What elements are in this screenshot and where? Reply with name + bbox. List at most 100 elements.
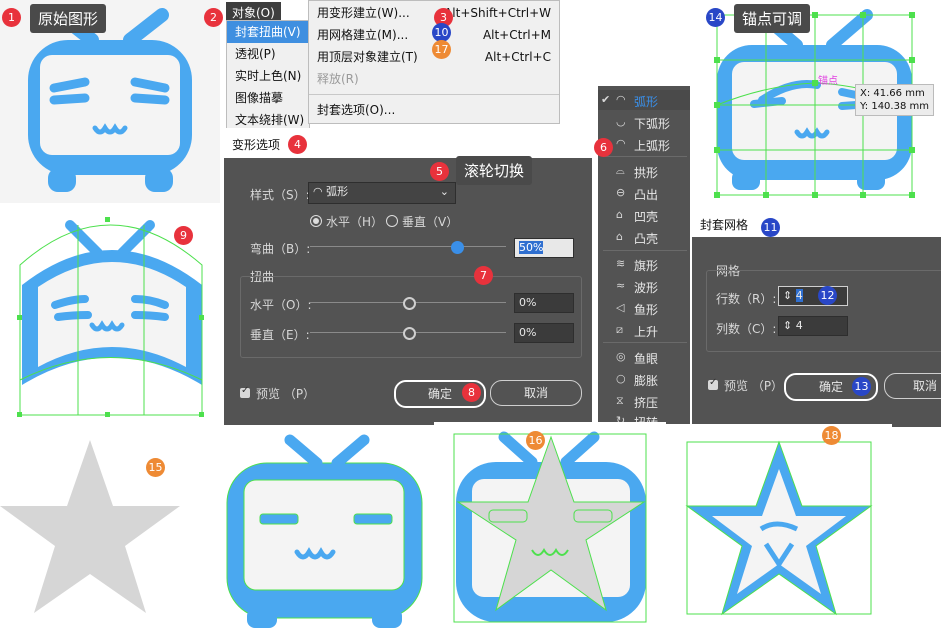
shell-upper-icon: ⌂ xyxy=(616,230,623,243)
marker-9: 9 xyxy=(174,226,193,245)
tv-outline-icon xyxy=(226,434,423,628)
submenu-make-with-warp-shortcut: Alt+Shift+Ctrl+W xyxy=(444,6,551,20)
distort-horizontal-knob[interactable] xyxy=(403,297,416,310)
bulge-icon: ⊖ xyxy=(616,186,626,199)
squeeze-icon: ⧖ xyxy=(616,394,624,407)
style-arch[interactable]: 拱形 xyxy=(634,164,658,181)
style-inflate[interactable]: 膨胀 xyxy=(634,372,658,389)
anchor-tag: 锚点 xyxy=(818,76,838,87)
arch-icon: ⌓ xyxy=(616,164,625,177)
style-fisheye[interactable]: 鱼眼 xyxy=(634,350,658,367)
style-squeeze[interactable]: 挤压 xyxy=(634,394,658,411)
chevron-down-icon: ⌄ xyxy=(439,185,449,198)
distort-group-box xyxy=(240,276,582,358)
mesh-preview-checkbox[interactable] xyxy=(708,377,718,390)
warp-preview-label: 预览 （P） xyxy=(256,387,316,401)
star-over-tv-panel xyxy=(434,422,666,629)
style-arc[interactable]: 弧形 xyxy=(634,93,658,110)
distort-vertical-knob[interactable] xyxy=(403,327,416,340)
tv-warped-star-panel xyxy=(666,424,892,629)
callout-anchor-adjust: 锚点可调 xyxy=(734,4,811,33)
shell-lower-icon: ⌂ xyxy=(616,208,623,221)
menu-item-perspective[interactable]: 透视(P) xyxy=(227,43,309,65)
anchor-x: X: 41.66 mm xyxy=(860,88,925,99)
cols-stepper[interactable]: ⇕ 4 xyxy=(778,316,848,336)
style-dropdown[interactable]: ◠ 弧形 ⌄ xyxy=(308,182,456,204)
submenu-make-with-warp-label: 用变形建立(W)... xyxy=(317,6,410,20)
style-wave[interactable]: 波形 xyxy=(634,279,658,296)
marker-13: 13 xyxy=(852,377,871,396)
inflate-icon: ○ xyxy=(616,372,626,385)
wave-icon: ≈ xyxy=(616,279,626,292)
submenu-make-with-top-shortcut: Alt+Ctrl+C xyxy=(484,50,551,64)
style-dropdown-value: 弧形 xyxy=(326,185,349,198)
star-icon xyxy=(0,440,180,613)
marker-7: 7 xyxy=(474,266,493,285)
submenu-envelope-options[interactable]: 封套选项(O)... xyxy=(309,99,559,121)
distort-vertical-label: 垂直（E）: xyxy=(250,328,310,342)
rise-icon: ⧄ xyxy=(616,323,623,336)
style-list-divider xyxy=(603,250,687,251)
style-shell-upper[interactable]: 凸壳 xyxy=(634,230,658,247)
tv-outlined-panel xyxy=(222,428,434,629)
style-flag[interactable]: 旗形 xyxy=(634,257,658,274)
bend-slider-track[interactable] xyxy=(310,246,506,247)
bend-value-text: 50% xyxy=(519,241,544,254)
radio-horizontal-label: 水平（H） xyxy=(326,215,384,229)
marker-2: 2 xyxy=(204,8,223,27)
style-arc-lower[interactable]: 下弧形 xyxy=(634,115,670,132)
fish-icon: ◁ xyxy=(616,301,625,314)
marker-1: 1 xyxy=(2,8,21,27)
style-bulge[interactable]: 凸出 xyxy=(634,186,658,203)
menu-item-envelope[interactable]: 封套扭曲(V) xyxy=(227,21,309,43)
bend-label: 弯曲（B）: xyxy=(250,242,311,256)
warp-preview-checkbox[interactable] xyxy=(240,385,250,398)
cols-value: 4 xyxy=(795,319,803,332)
bend-value-input[interactable]: 50% xyxy=(514,238,574,258)
style-rise[interactable]: 上升 xyxy=(634,323,658,340)
style-arc-upper[interactable]: 上弧形 xyxy=(634,137,670,154)
rows-label: 行数（R）: xyxy=(716,292,777,306)
marker-11: 11 xyxy=(761,218,780,237)
mesh-dialog-titlebar: 封套网格 xyxy=(692,212,941,237)
rows-stepper[interactable]: ⇕ 4 xyxy=(778,286,848,306)
tv-warped-star-icon xyxy=(685,440,873,616)
radio-vertical[interactable] xyxy=(386,215,398,227)
marker-17: 17 xyxy=(432,40,451,59)
menu-separator xyxy=(309,94,559,95)
warp-cancel-button[interactable]: 取消 xyxy=(490,380,582,406)
menu-item-image-trace[interactable]: 图像描摹 xyxy=(227,87,309,109)
style-list-divider xyxy=(603,156,687,157)
marker-4: 4 xyxy=(288,135,307,154)
bend-slider-knob[interactable] xyxy=(451,241,464,254)
style-fish[interactable]: 鱼形 xyxy=(634,301,658,318)
style-shell-lower[interactable]: 凹壳 xyxy=(634,208,658,225)
object-menu: 封套扭曲(V) 透视(P) 实时上色(N) 图像描摹 文本绕排(W) xyxy=(226,20,310,130)
style-label: 样式（S）: xyxy=(250,188,310,202)
marker-8: 8 xyxy=(462,383,481,402)
callout-scroll-switch: 滚轮切换 xyxy=(456,156,533,185)
stepper-arrows-icon: ⇕ xyxy=(783,289,796,302)
warp-dialog-titlebar: 变形选项 xyxy=(224,128,592,158)
cols-label: 列数（C）: xyxy=(716,322,777,336)
rows-value: 4 xyxy=(795,289,803,302)
radio-horizontal[interactable] xyxy=(310,215,322,227)
distort-horizontal-input[interactable]: 0% xyxy=(514,293,574,313)
warp-dialog-title: 变形选项 xyxy=(232,138,281,152)
mesh-group-box xyxy=(706,270,941,352)
fisheye-icon: ◎ xyxy=(616,350,626,363)
style-list-divider xyxy=(603,342,687,343)
marker-6: 6 xyxy=(594,138,613,157)
menu-item-live-paint[interactable]: 实时上色(N) xyxy=(227,65,309,87)
stepper-arrows-icon: ⇕ xyxy=(783,319,796,332)
anchor-y: Y: 140.38 mm xyxy=(860,101,929,112)
star-shape-panel xyxy=(0,428,222,629)
marker-15: 15 xyxy=(146,458,165,477)
arc-icon: ◠ xyxy=(616,93,626,106)
checkmark-icon: ✔ xyxy=(601,93,611,106)
marker-5: 5 xyxy=(430,162,449,181)
star-over-tv-icon xyxy=(453,431,647,623)
mesh-cancel-button[interactable]: 取消 xyxy=(884,373,941,399)
distort-vertical-input[interactable]: 0% xyxy=(514,323,574,343)
submenu-release: 释放(R) xyxy=(317,72,359,86)
